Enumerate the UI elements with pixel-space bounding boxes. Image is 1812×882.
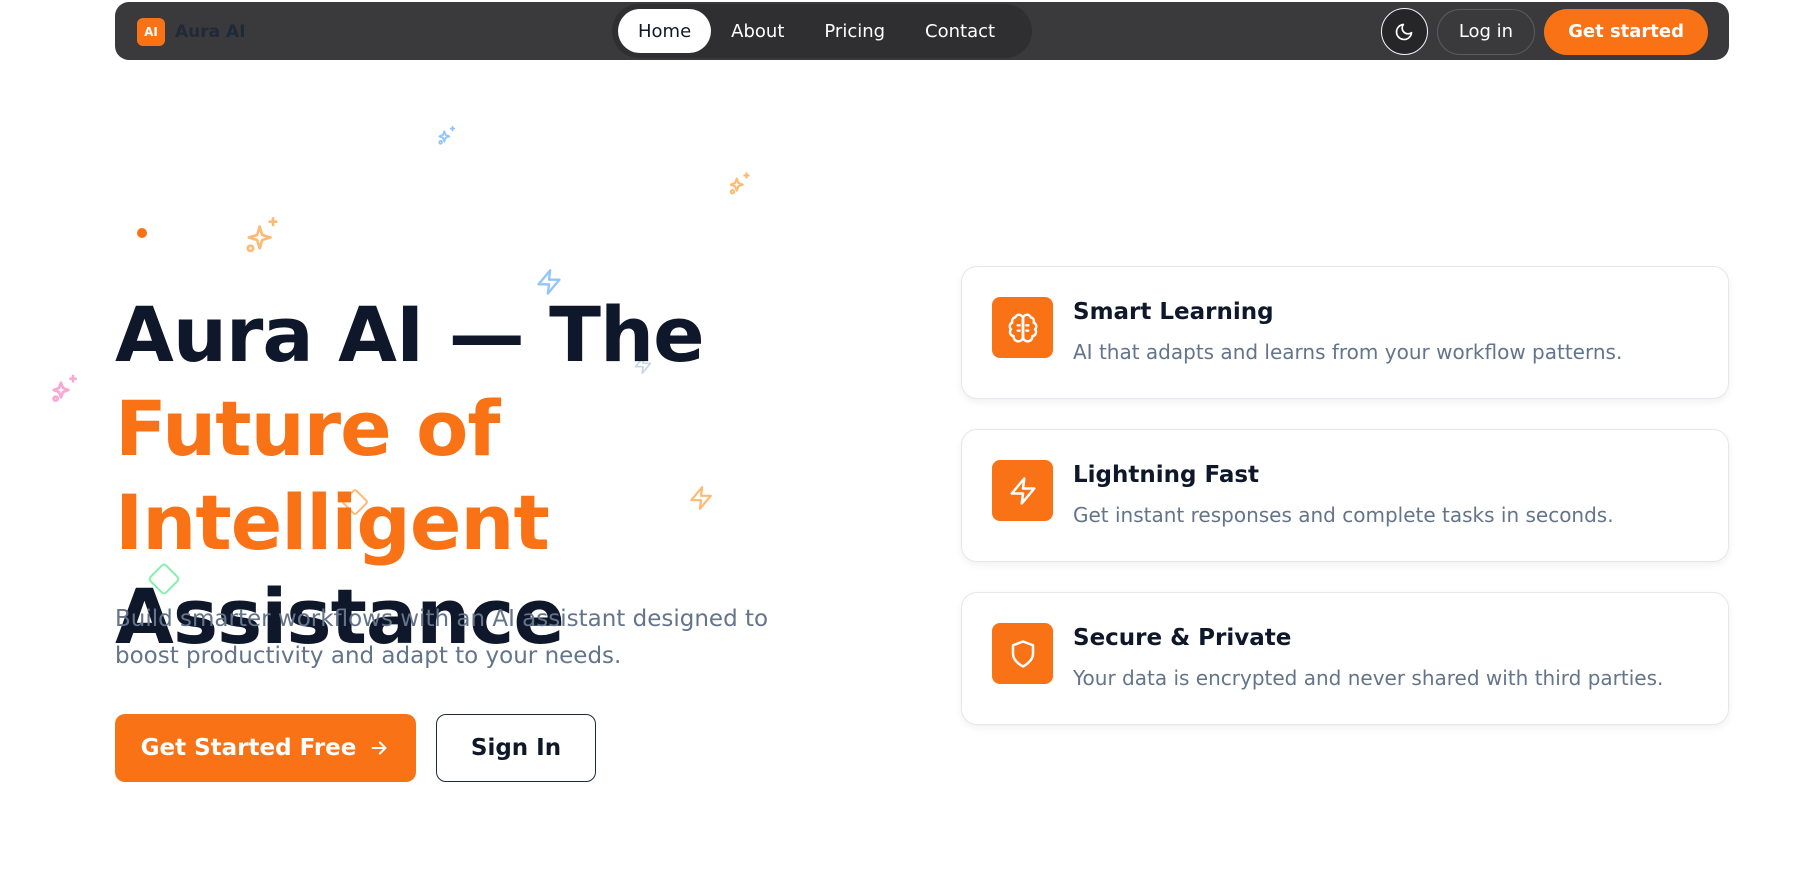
- nav-link-contact[interactable]: Contact: [905, 9, 1015, 53]
- top-navbar: AI Aura AI Home About Pricing Contact Lo…: [115, 2, 1729, 60]
- sparkle-icon: [52, 374, 77, 402]
- get-started-button[interactable]: Get started: [1544, 8, 1708, 55]
- feature-card-smart-learning: Smart Learning AI that adapts and learns…: [961, 266, 1729, 399]
- feature-title: Secure & Private: [1073, 625, 1292, 651]
- sparkle-icon: [729, 172, 750, 195]
- nav-link-pricing[interactable]: Pricing: [804, 9, 905, 53]
- feature-card-lightning-fast: Lightning Fast Get instant responses and…: [961, 429, 1729, 562]
- arrow-right-icon: [371, 741, 387, 755]
- nav-actions: Log in Get started: [1380, 8, 1708, 55]
- login-button[interactable]: Log in: [1436, 8, 1536, 55]
- card-icon-container: [992, 297, 1053, 358]
- feature-title: Lightning Fast: [1073, 462, 1260, 488]
- nav-link-home[interactable]: Home: [618, 9, 712, 53]
- sign-in-button[interactable]: Sign In: [436, 714, 596, 782]
- brain-icon: [1008, 313, 1037, 343]
- hero-title-accent: Future of Intelligent: [115, 384, 550, 567]
- feature-description: Your data is encrypted and never shared …: [1073, 666, 1664, 690]
- feature-title: Smart Learning: [1073, 299, 1274, 325]
- hero-subtitle: Build smarter workflows with an AI assis…: [115, 606, 769, 669]
- brand-logo[interactable]: AI Aura AI: [137, 18, 246, 46]
- feature-description: AI that adapts and learns from your work…: [1073, 340, 1623, 364]
- dot-decoration: [137, 228, 147, 238]
- sparkle-icon: [438, 125, 456, 145]
- brand-badge: AI: [137, 18, 165, 46]
- sparkle-icon: [246, 217, 278, 253]
- nav-link-about[interactable]: About: [711, 9, 804, 53]
- get-started-free-button[interactable]: Get Started Free: [115, 714, 416, 782]
- main-nav: Home About Pricing Contact: [612, 4, 1032, 58]
- get-started-free-label: Get Started Free: [140, 735, 357, 761]
- feature-card-secure-private: Secure & Private Your data is encrypted …: [961, 592, 1729, 725]
- card-icon-container: [992, 623, 1053, 684]
- card-icon-container: [992, 460, 1053, 521]
- feature-cards: Smart Learning AI that adapts and learns…: [961, 266, 1729, 755]
- feature-description: Get instant responses and complete tasks…: [1073, 503, 1614, 527]
- lightning-icon: [1010, 476, 1035, 505]
- shield-icon: [1011, 639, 1034, 668]
- moon-icon: [1396, 23, 1413, 40]
- hero-title-line-1: Aura AI — The: [115, 290, 705, 379]
- theme-toggle-button[interactable]: [1380, 8, 1428, 55]
- brand-name: Aura AI: [175, 22, 246, 42]
